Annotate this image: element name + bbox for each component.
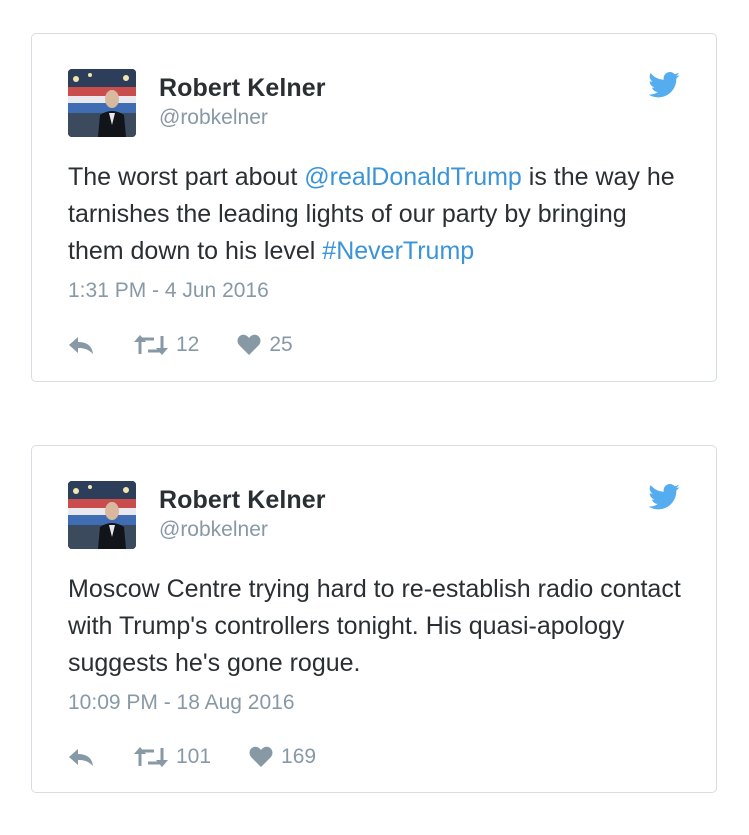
- tweet-text: The worst part about @realDonaldTrump is…: [68, 159, 688, 270]
- hashtag-link[interactable]: #NeverTrump: [322, 237, 474, 265]
- tweet-text: Moscow Centre trying hard to re-establis…: [68, 575, 681, 677]
- display-name[interactable]: Robert Kelner: [159, 74, 326, 103]
- tweet-actions: 101 169: [68, 737, 316, 777]
- mention-link[interactable]: @realDonaldTrump: [304, 163, 522, 191]
- avatar[interactable]: [68, 69, 136, 137]
- display-name[interactable]: Robert Kelner: [159, 486, 326, 515]
- reply-icon: [69, 749, 93, 766]
- timestamp[interactable]: 1:31 PM - 4 Jun 2016: [68, 279, 269, 303]
- retweet-icon: [134, 747, 168, 767]
- screen-name[interactable]: @robkelner: [159, 106, 268, 130]
- like-count: 25: [269, 333, 293, 356]
- twitter-bird-icon[interactable]: [648, 72, 680, 98]
- tweet-card[interactable]: Robert Kelner @robkelner Moscow Centre t…: [31, 445, 717, 793]
- retweet-icon: [134, 335, 168, 355]
- retweet-count: 101: [176, 745, 212, 768]
- tweet-actions: 12 25: [68, 325, 293, 365]
- like-count: 169: [281, 745, 317, 768]
- reply-button[interactable]: [68, 335, 94, 355]
- reply-button[interactable]: [68, 747, 94, 767]
- retweet-count: 12: [176, 333, 200, 356]
- like-button[interactable]: 25: [237, 333, 293, 357]
- tweet-text-part: The worst part about: [68, 163, 305, 191]
- retweet-button[interactable]: 101: [134, 745, 211, 769]
- reply-icon: [69, 337, 93, 354]
- timestamp[interactable]: 10:09 PM - 18 Aug 2016: [68, 691, 295, 715]
- heart-icon: [237, 334, 261, 355]
- heart-icon: [249, 746, 273, 767]
- like-button[interactable]: 169: [249, 745, 316, 769]
- screen-name[interactable]: @robkelner: [159, 518, 268, 542]
- retweet-button[interactable]: 12: [134, 333, 199, 357]
- twitter-bird-icon[interactable]: [648, 484, 680, 510]
- avatar[interactable]: [68, 481, 136, 549]
- tweet-card[interactable]: Robert Kelner @robkelner The worst part …: [31, 33, 717, 382]
